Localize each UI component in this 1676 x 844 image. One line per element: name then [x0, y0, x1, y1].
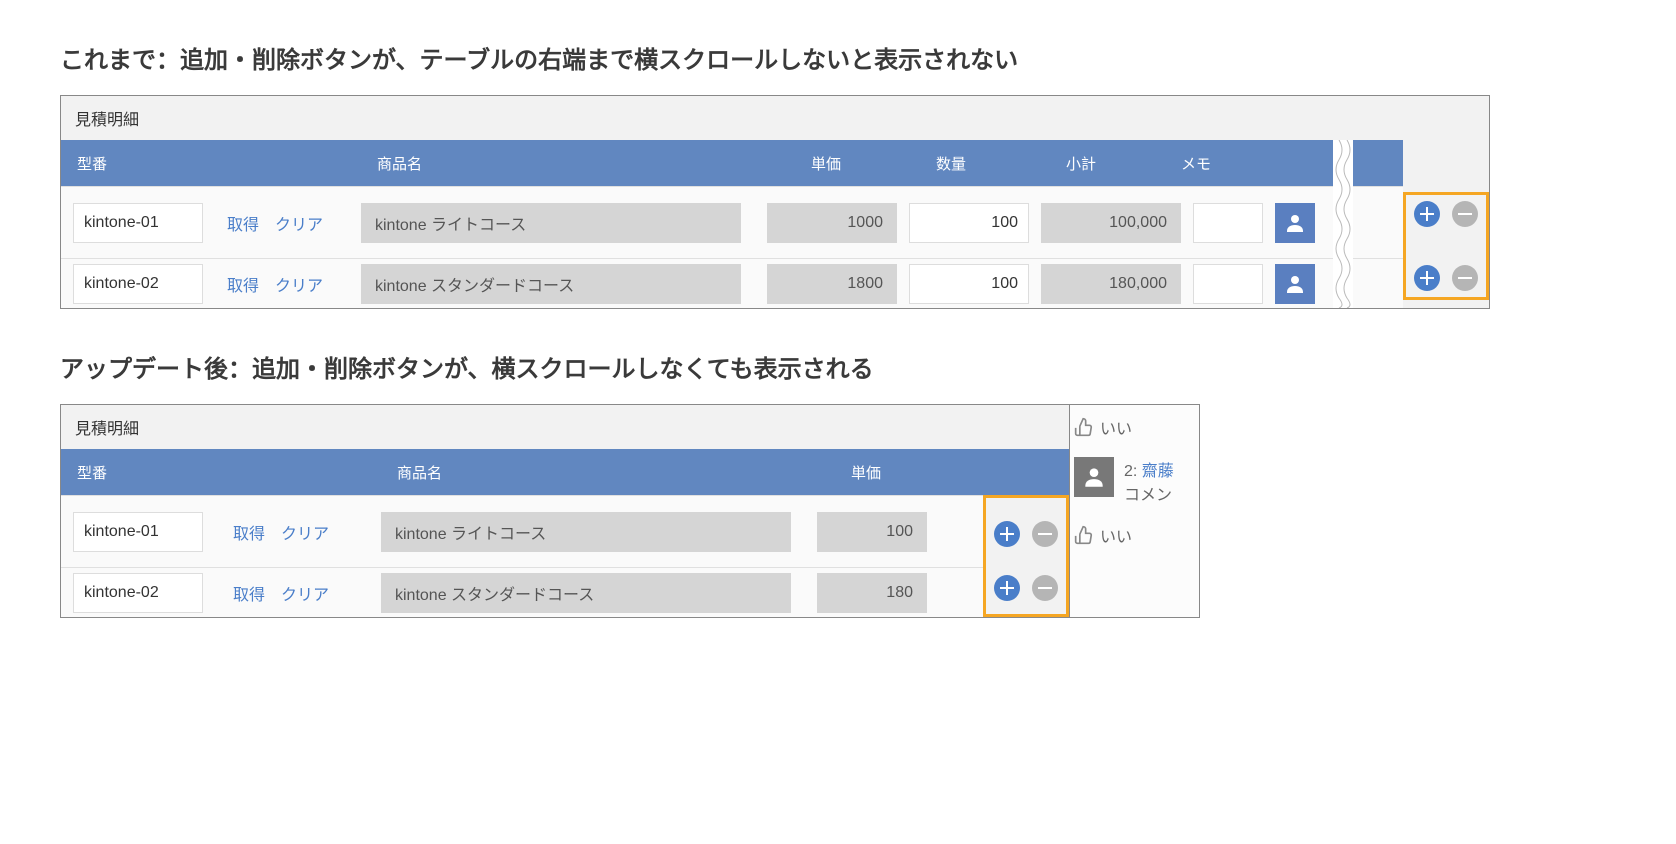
- minus-icon: [1458, 207, 1472, 221]
- minus-icon: [1458, 271, 1472, 285]
- thumbs-up-icon: [1074, 525, 1094, 545]
- model-input[interactable]: kintone-02: [73, 264, 203, 304]
- clear-link[interactable]: クリア: [275, 211, 323, 235]
- minus-icon: [1038, 581, 1052, 595]
- model-input[interactable]: kintone-01: [73, 203, 203, 243]
- col-subtotal: 小計: [1011, 153, 1151, 174]
- avatar: [1074, 457, 1114, 497]
- remove-row-button[interactable]: [1452, 201, 1478, 227]
- section-title-before: これまで：追加・削除ボタンが、テーブルの右端まで横スクロールしないと表示されない: [60, 40, 1616, 75]
- model-input[interactable]: kintone-01: [73, 512, 203, 552]
- table-row: kintone-01 取得 クリア kintone ライトコース 1000 10…: [61, 186, 1403, 258]
- torn-edge-decoration: [1333, 140, 1353, 308]
- clear-link[interactable]: クリア: [281, 581, 329, 605]
- price-cell: 100: [817, 512, 927, 552]
- get-link[interactable]: 取得: [233, 520, 265, 544]
- table-header-row: 型番 商品名 単価 数量 小計 メモ: [61, 140, 1403, 186]
- clear-link[interactable]: クリア: [275, 272, 323, 296]
- add-row-button[interactable]: [1414, 201, 1440, 227]
- subtotal-cell: 180,000: [1041, 264, 1181, 304]
- price-cell: 1000: [767, 203, 897, 243]
- plus-icon: [1000, 527, 1014, 541]
- comment-index: 2:: [1124, 463, 1137, 480]
- get-link[interactable]: 取得: [227, 272, 259, 296]
- memo-input[interactable]: [1193, 203, 1263, 243]
- col-model: 型番: [61, 462, 381, 483]
- comment-item: 2: 齋藤 コメン: [1074, 457, 1195, 505]
- user-icon: [1283, 272, 1307, 296]
- col-qty: 数量: [891, 153, 1011, 174]
- table-label: 見積明細: [61, 405, 1069, 449]
- price-cell: 180: [817, 573, 927, 613]
- like-label: いい: [1100, 415, 1132, 439]
- table-row: kintone-01 取得 クリア kintone ライトコース 100: [61, 495, 983, 567]
- get-link[interactable]: 取得: [227, 211, 259, 235]
- add-row-button[interactable]: [994, 521, 1020, 547]
- table-label: 見積明細: [61, 96, 1489, 140]
- add-row-button[interactable]: [1414, 265, 1440, 291]
- user-icon: [1283, 211, 1307, 235]
- remove-row-button[interactable]: [1032, 521, 1058, 547]
- table-after: 見積明細 型番 商品名 単価 kintone-01 取得 クリア kintone…: [60, 404, 1070, 618]
- minus-icon: [1038, 527, 1052, 541]
- col-name: 商品名: [361, 153, 761, 174]
- col-memo: メモ: [1151, 153, 1241, 174]
- qty-input[interactable]: 100: [909, 203, 1029, 243]
- remove-row-button[interactable]: [1452, 265, 1478, 291]
- plus-icon: [1000, 581, 1014, 595]
- like-button[interactable]: いい: [1074, 523, 1195, 547]
- row-actions-highlight: [1403, 192, 1489, 300]
- plus-icon: [1420, 207, 1434, 221]
- comment-user-link[interactable]: 齋藤: [1142, 463, 1174, 480]
- get-link[interactable]: 取得: [233, 581, 265, 605]
- product-name: kintone ライトコース: [381, 512, 791, 552]
- price-cell: 1800: [767, 264, 897, 304]
- subtotal-cell: 100,000: [1041, 203, 1181, 243]
- thumbs-up-icon: [1074, 417, 1094, 437]
- memo-input[interactable]: [1193, 264, 1263, 304]
- table-before: 見積明細 型番 商品名 単価 数量 小計 メモ kintone-01 取得 クリ…: [60, 95, 1490, 309]
- col-price: 単価: [761, 153, 891, 174]
- user-icon: [1081, 464, 1107, 490]
- like-label: いい: [1100, 523, 1132, 547]
- model-input[interactable]: kintone-02: [73, 573, 203, 613]
- comment-side-panel: いい 2: 齋藤 コメン いい: [1070, 404, 1200, 618]
- clear-link[interactable]: クリア: [281, 520, 329, 544]
- product-name: kintone スタンダードコース: [381, 573, 791, 613]
- table-row: kintone-02 取得 クリア kintone スタンダードコース 180: [61, 567, 983, 617]
- user-select-button[interactable]: [1275, 264, 1315, 304]
- remove-row-button[interactable]: [1032, 575, 1058, 601]
- plus-icon: [1420, 271, 1434, 285]
- like-button[interactable]: いい: [1074, 415, 1195, 439]
- qty-input[interactable]: 100: [909, 264, 1029, 304]
- add-row-button[interactable]: [994, 575, 1020, 601]
- comment-body: コメン: [1124, 481, 1174, 505]
- table-header-row: 型番 商品名 単価: [61, 449, 1069, 495]
- table-row: kintone-02 取得 クリア kintone スタンダードコース 1800…: [61, 258, 1403, 308]
- row-actions-highlight: [983, 495, 1069, 617]
- col-name: 商品名: [381, 462, 811, 483]
- col-price: 単価: [811, 462, 921, 483]
- product-name: kintone スタンダードコース: [361, 264, 741, 304]
- section-title-after: アップデート後：追加・削除ボタンが、横スクロールしなくても表示される: [60, 349, 1616, 384]
- product-name: kintone ライトコース: [361, 203, 741, 243]
- user-select-button[interactable]: [1275, 203, 1315, 243]
- col-model: 型番: [61, 153, 361, 174]
